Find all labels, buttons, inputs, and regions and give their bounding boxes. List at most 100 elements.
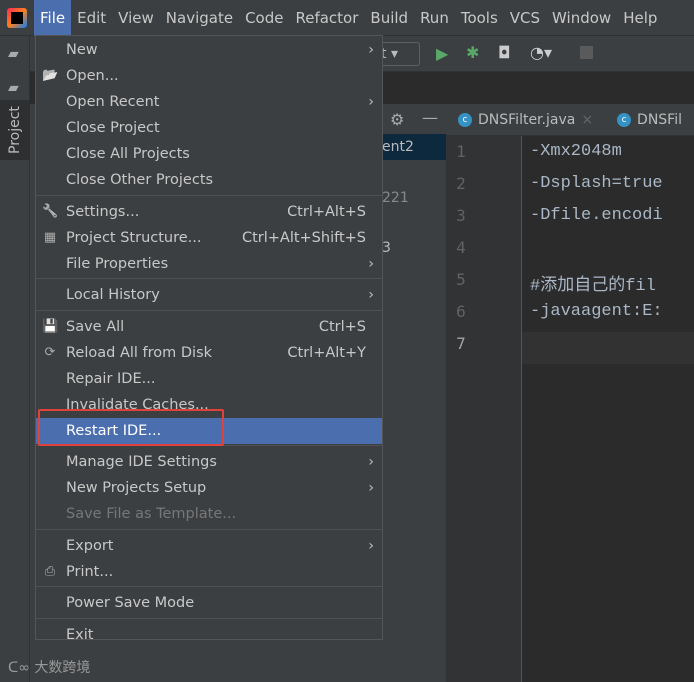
menu-item-power-save-mode[interactable]: Power Save Mode — [36, 590, 382, 616]
code-line: -Dsplash=true — [530, 174, 663, 193]
tab-label: DNSFilter.java — [478, 111, 576, 128]
code-line: -Xmx2048m — [530, 142, 622, 161]
chevron-right-icon: › — [368, 42, 374, 58]
menu-item-reload-all-from-disk[interactable]: ⟳ Reload All from Disk Ctrl+Alt+Y — [36, 340, 382, 366]
menu-help[interactable]: Help — [617, 0, 663, 36]
class-icon: c — [458, 112, 472, 127]
tree-item-label[interactable]: 221 — [382, 190, 409, 206]
shortcut-label: Ctrl+S — [318, 318, 366, 335]
project-structure-icon: ▦ — [43, 229, 57, 245]
watermark: ᑕ∞ 大数跨境 — [8, 657, 90, 677]
menu-item-label: File Properties — [66, 255, 169, 272]
menu-item-label: Close Other Projects — [66, 172, 214, 188]
menu-item-label: Save All — [66, 318, 125, 335]
menu-item-settings[interactable]: 🔧 Settings... Ctrl+Alt+S — [36, 199, 382, 225]
minimize-icon[interactable]: — — [422, 108, 438, 127]
tree-item-label[interactable]: 3 — [382, 240, 391, 256]
intellij-logo-icon — [0, 0, 34, 36]
class-icon: c — [617, 112, 632, 127]
menu-item-manage-ide-settings[interactable]: Manage IDE Settings › — [36, 449, 382, 475]
print-icon: ⎙ — [44, 563, 56, 579]
line-number-gutter: 1 2 3 4 5 6 7 — [446, 136, 522, 682]
current-line-highlight — [522, 332, 694, 364]
chevron-right-icon: › — [368, 537, 374, 554]
menu-item-label: Open... — [66, 68, 119, 84]
menu-item-repair-ide[interactable]: Repair IDE... — [36, 366, 382, 392]
menu-build[interactable]: Build — [364, 0, 414, 36]
menu-window[interactable]: Window — [546, 0, 617, 36]
menu-item-close-project[interactable]: Close Project — [36, 115, 382, 141]
chevron-right-icon: › — [368, 454, 374, 470]
menu-item-project-structure[interactable]: ▦ Project Structure... Ctrl+Alt+Shift+S — [36, 225, 382, 251]
chevron-right-icon: › — [368, 94, 374, 110]
menu-bar: File Edit View Navigate Code Refactor Build Run… — [0, 0, 694, 36]
shortcut-label: Ctrl+Alt+Shift+S — [241, 229, 366, 246]
menu-view[interactable]: View — [112, 0, 160, 36]
menu-item-label: Repair IDE... — [66, 370, 156, 387]
save-icon: 💾 — [42, 318, 59, 334]
menu-item-label: Open Recent — [66, 94, 160, 110]
menu-item-label: Export — [66, 537, 114, 554]
menu-item-save-all[interactable]: 💾 Save All Ctrl+S — [36, 314, 382, 340]
menu-tools[interactable]: Tools — [455, 0, 504, 36]
code-editor[interactable]: -Xmx2048m -Dsplash=true -Dfile.encodi #添… — [522, 136, 694, 682]
chevron-right-icon: › — [368, 255, 374, 272]
menu-code[interactable]: Code — [239, 0, 289, 36]
project-tab-label: Project — [7, 106, 23, 154]
menu-item-label: New — [66, 42, 98, 58]
run-icon[interactable]: ▶ — [436, 44, 448, 63]
menu-item-open-recent[interactable]: Open Recent › — [36, 89, 382, 115]
menu-run[interactable]: Run — [414, 0, 455, 36]
tab-label: DNSFil — [637, 111, 682, 128]
menu-item-label: Settings... — [66, 203, 140, 220]
menu-refactor[interactable]: Refactor — [289, 0, 364, 36]
menu-item-label: Close All Projects — [66, 146, 190, 162]
project-files-icon[interactable]: ▰ — [8, 80, 19, 96]
menu-item-new[interactable]: New › — [36, 37, 382, 63]
tree-item-label: ent2 — [382, 139, 414, 155]
chevron-right-icon: › — [368, 480, 374, 496]
code-line: #添加自己的fil — [530, 277, 656, 296]
watermark-logo-icon: ᑕ∞ — [8, 660, 35, 676]
menu-item-file-properties[interactable]: File Properties › — [36, 251, 382, 277]
file-menu-dropdown: New › 📂 Open... Open Recent › Close Project Clo… — [35, 35, 383, 643]
menu-item-label: Manage IDE Settings — [66, 454, 217, 470]
tab-dnsfil[interactable]: c DNSFil — [605, 112, 694, 128]
menu-navigate[interactable]: Navigate — [160, 0, 239, 36]
menu-item-local-history[interactable]: Local History › — [36, 282, 382, 308]
watermark-text: 大数跨境 — [34, 660, 91, 676]
menu-file[interactable]: File — [34, 0, 72, 36]
debug-icon[interactable]: ✱ — [466, 43, 479, 62]
menu-edit[interactable]: Edit — [71, 0, 112, 36]
stop-icon[interactable] — [580, 46, 593, 59]
gear-icon[interactable]: ⚙ — [390, 110, 404, 129]
menu-item-exit[interactable]: Exit — [36, 622, 382, 648]
shortcut-label: Ctrl+Alt+S — [287, 203, 366, 220]
code-line: -Dfile.encodi — [530, 206, 663, 225]
coverage-icon[interactable]: ◘ — [498, 43, 511, 62]
menu-item-label: Reload All from Disk — [66, 344, 213, 361]
line-number: 1 — [456, 142, 466, 161]
menu-item-print[interactable]: ⎙ Print... — [36, 559, 382, 585]
menu-item-open[interactable]: 📂 Open... — [36, 63, 382, 89]
line-number: 6 — [456, 302, 466, 321]
menu-item-close-other-projects[interactable]: Close Other Projects — [36, 167, 382, 193]
profile-icon[interactable]: ◔▾ — [530, 43, 552, 62]
tab-dnsfilter-java[interactable]: c DNSFilter.java × — [446, 112, 605, 128]
line-number: 3 — [456, 206, 466, 225]
menu-vcs[interactable]: VCS — [504, 0, 546, 36]
menu-item-new-projects-setup[interactable]: New Projects Setup › — [36, 475, 382, 501]
folder-icon[interactable]: ▰ — [8, 46, 19, 62]
line-number: 5 — [456, 270, 466, 289]
close-icon[interactable]: × — [581, 112, 593, 128]
menu-item-close-all-projects[interactable]: Close All Projects — [36, 141, 382, 167]
restart-ide-highlight-box — [38, 409, 224, 446]
menu-item-label: Exit — [66, 626, 94, 643]
menu-item-label: Power Save Mode — [66, 595, 195, 611]
menu-item-label: Local History — [66, 287, 160, 303]
line-number: 4 — [456, 238, 466, 257]
menu-item-label: Save File as Template... — [66, 506, 237, 522]
project-tool-tab[interactable]: Project — [0, 100, 30, 160]
line-number: 7 — [456, 334, 466, 353]
menu-item-export[interactable]: Export › — [36, 533, 382, 559]
